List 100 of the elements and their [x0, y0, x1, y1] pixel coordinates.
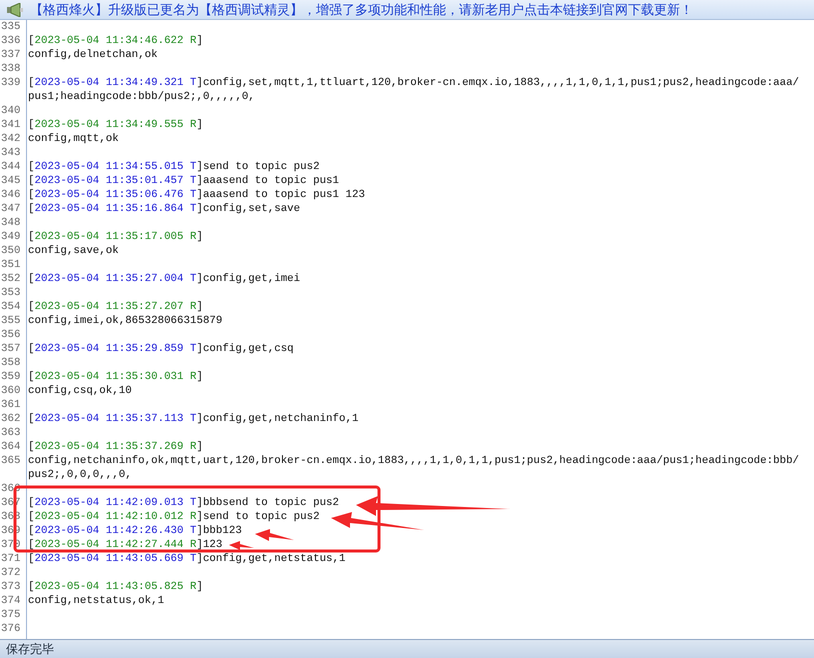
line-number: 363	[0, 426, 22, 440]
log-message: pus2;,0,0,0,,,0,	[28, 468, 132, 482]
timestamp: 2023-05-04 11:42:10.012 R	[34, 510, 196, 524]
bracket: ]	[196, 160, 203, 174]
bracket: ]	[196, 230, 203, 244]
bracket: [	[28, 272, 34, 286]
timestamp: 2023-05-04 11:42:27.444 R	[34, 538, 196, 552]
log-message: aaasend to topic pus1 123	[202, 188, 365, 202]
timestamp: 2023-05-04 11:34:49.321 T	[34, 76, 196, 90]
line-number: 362	[0, 412, 22, 426]
bracket: [	[28, 300, 34, 314]
bracket: ]	[196, 300, 203, 314]
bracket: ]	[196, 440, 203, 454]
timestamp: 2023-05-04 11:34:46.622 R	[34, 34, 196, 48]
bracket: ]	[196, 370, 203, 384]
megaphone-icon	[6, 2, 24, 16]
line-number: 345	[0, 174, 22, 188]
line-number: 350	[0, 244, 22, 258]
timestamp: 2023-05-04 11:35:16.864 T	[34, 202, 196, 216]
bracket: [	[28, 188, 34, 202]
bracket: ]	[196, 538, 203, 552]
line-number: 342	[0, 132, 22, 146]
line-number: 364	[0, 440, 22, 454]
log-message: config,get,csq	[202, 342, 294, 356]
bracket: ]	[196, 174, 203, 188]
bracket: ]	[196, 202, 203, 216]
line-number: 348	[0, 216, 22, 230]
bracket: ]	[196, 580, 203, 594]
timestamp: 2023-05-04 11:35:01.457 T	[34, 174, 196, 188]
bracket: [	[28, 174, 34, 188]
line-number: 337	[0, 48, 22, 62]
line-number: 343	[0, 146, 22, 160]
bracket: ]	[196, 76, 203, 90]
line-number: 338	[0, 62, 22, 76]
line-number: 354	[0, 300, 22, 314]
bracket: [	[28, 342, 34, 356]
timestamp: 2023-05-04 11:35:37.113 T	[34, 412, 196, 426]
line-number: 346	[0, 188, 22, 202]
log-message: config,set,mqtt,1,ttluart,120,broker-cn.emqx.io,1883,,,,1,1,0,1,1,pus1;pus2,headingcode:aaa/	[202, 76, 800, 90]
line-number: 352	[0, 272, 22, 286]
announcement-banner[interactable]: 【格西烽火】升级版已更名为【格西调试精灵】，增强了多项功能和性能，请新老用户点击本链接到官网下载更新！	[0, 0, 814, 20]
bracket: [	[28, 370, 34, 384]
bracket: ]	[196, 412, 203, 426]
timestamp: 2023-05-04 11:43:05.669 T	[34, 552, 196, 566]
line-number: 361	[0, 398, 22, 412]
timestamp: 2023-05-04 11:35:30.031 R	[34, 370, 196, 384]
log-message: config,get,netstatus,1	[202, 552, 346, 566]
bracket: ]	[196, 342, 203, 356]
line-number: 376	[0, 622, 22, 636]
timestamp: 2023-05-04 11:42:09.013 T	[34, 496, 196, 510]
line-number: 355	[0, 314, 22, 328]
bracket: ]	[196, 272, 203, 286]
line-number: 349	[0, 230, 22, 244]
timestamp: 2023-05-04 11:35:27.207 R	[34, 300, 196, 314]
log-message: aaasend to topic pus1	[202, 174, 340, 188]
log-message: 123	[202, 538, 222, 552]
bracket: ]	[196, 510, 203, 524]
log-message: bbbsend to topic pus2	[202, 496, 340, 510]
log-message: config,get,imei	[202, 272, 300, 286]
bracket: [	[28, 538, 34, 552]
timestamp: 2023-05-04 11:42:26.430 T	[34, 524, 196, 538]
banner-text[interactable]: 【格西烽火】升级版已更名为【格西调试精灵】，增强了多项功能和性能，请新老用户点击本链接到官网下载更新！	[30, 0, 693, 20]
log-message: send to topic pus2	[202, 510, 320, 524]
line-number: 344	[0, 160, 22, 174]
line-number: 351	[0, 258, 22, 272]
line-number: 372	[0, 566, 22, 580]
line-number: 335	[0, 20, 22, 34]
log-message: pus1;headingcode:bbb/pus2;,0,,,,,0,	[28, 90, 255, 104]
log-message: config,netchaninfo,ok,mqtt,uart,120,broker-cn.emqx.io,1883,,,,1,1,0,1,1,pus1;pus2,headingcode:aaa/pus1;headingcode:bbb/	[28, 454, 800, 468]
timestamp: 2023-05-04 11:43:05.825 R	[34, 580, 196, 594]
status-text: 保存完毕	[6, 643, 54, 655]
log-message: config,set,save	[202, 202, 300, 216]
bracket: [	[28, 510, 34, 524]
line-number: 341	[0, 118, 22, 132]
line-number: 353	[0, 286, 22, 300]
timestamp: 2023-05-04 11:35:37.269 R	[34, 440, 196, 454]
bracket: [	[28, 552, 34, 566]
log-message: config,mqtt,ok	[28, 132, 119, 146]
line-number: 347	[0, 202, 22, 216]
line-number: 365	[0, 454, 22, 468]
bracket: ]	[196, 552, 203, 566]
line-number: 373	[0, 580, 22, 594]
bracket: [	[28, 440, 34, 454]
timestamp: 2023-05-04 11:34:49.555 R	[34, 118, 196, 132]
bracket: ]	[196, 34, 203, 48]
timestamp: 2023-05-04 11:35:17.005 R	[34, 230, 196, 244]
line-number: 356	[0, 328, 22, 342]
timestamp: 2023-05-04 11:35:06.476 T	[34, 188, 196, 202]
line-number: 374	[0, 594, 22, 608]
line-number: 371	[0, 552, 22, 566]
bracket: [	[28, 524, 34, 538]
line-number: 336	[0, 34, 22, 48]
bracket: [	[28, 160, 34, 174]
line-number: 357	[0, 342, 22, 356]
log-message: config,get,netchaninfo,1	[202, 412, 358, 426]
log-message: config,netstatus,ok,1	[28, 594, 164, 608]
bracket: [	[28, 34, 34, 48]
line-number: 339	[0, 76, 22, 90]
bracket: [	[28, 76, 34, 90]
bracket: [	[28, 412, 34, 426]
